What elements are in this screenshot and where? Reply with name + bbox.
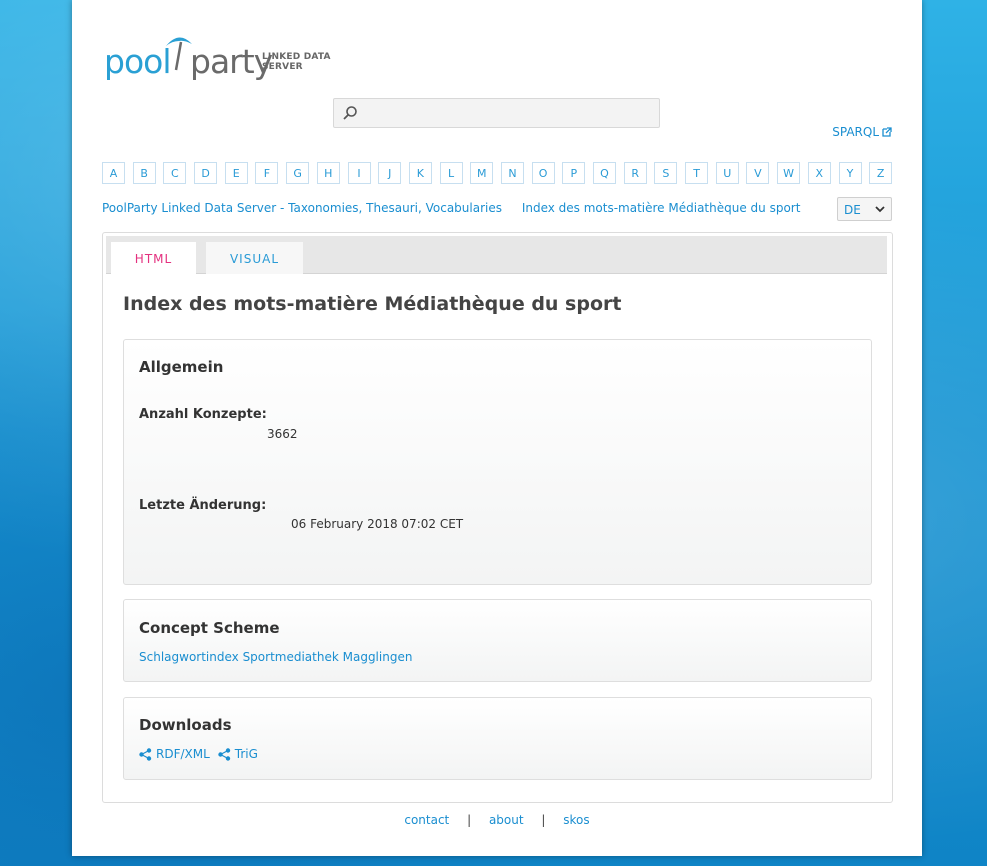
- footer-separator: |: [541, 813, 546, 827]
- alphabet-letter-v[interactable]: V: [746, 162, 770, 184]
- tab-html[interactable]: HTML: [111, 242, 196, 274]
- concept-count-label: Anzahl Konzepte:: [139, 407, 267, 422]
- alphabet-letter-d[interactable]: D: [194, 162, 218, 184]
- share-icon: [218, 747, 230, 761]
- tab-bar: HTML VISUAL: [106, 236, 887, 274]
- alphabet-letter-s[interactable]: S: [654, 162, 678, 184]
- alphabet-letter-o[interactable]: O: [531, 162, 555, 184]
- share-icon: [139, 747, 152, 761]
- alphabet-letter-m[interactable]: M: [470, 162, 494, 184]
- alphabet-letter-c[interactable]: C: [163, 162, 187, 184]
- content-panel: HTML VISUAL Index des mots-matière Média…: [102, 232, 893, 803]
- footer-link-skos[interactable]: skos: [563, 813, 589, 827]
- alphabet-letter-g[interactable]: G: [286, 162, 310, 184]
- breadcrumb-item-scheme[interactable]: Index des mots-matière Médiathèque du sp…: [522, 201, 801, 215]
- alphabet-letter-k[interactable]: K: [408, 162, 432, 184]
- downloads-box: Downloads RDF/XML TriG: [123, 697, 872, 780]
- alphabet-letter-b[interactable]: B: [132, 162, 156, 184]
- alphabet-letter-e[interactable]: E: [224, 162, 248, 184]
- alphabet-index: ABCDEFGHIJKLMNOPQRSTUVWXYZ: [102, 162, 893, 184]
- alphabet-letter-w[interactable]: W: [777, 162, 801, 184]
- search-icon[interactable]: [342, 105, 358, 125]
- alphabet-letter-q[interactable]: Q: [593, 162, 616, 184]
- footer: contact | about | skos: [72, 813, 922, 827]
- logo-word-pool: pool: [104, 42, 171, 81]
- alphabet-letter-f[interactable]: F: [255, 162, 279, 184]
- concept-scheme-box: Concept Scheme Schlagwortindex Sportmedi…: [123, 599, 872, 682]
- alphabet-letter-y[interactable]: Y: [838, 162, 862, 184]
- general-box: Allgemein Anzahl Konzepte: 3662 Letzte Ä…: [123, 339, 872, 585]
- logo-word-party: party: [190, 42, 273, 81]
- alphabet-letter-t[interactable]: T: [685, 162, 709, 184]
- last-modified-label: Letzte Änderung:: [139, 498, 267, 513]
- concept-scheme-heading: Concept Scheme: [139, 619, 280, 637]
- alphabet-letter-z[interactable]: Z: [869, 162, 893, 184]
- breadcrumb: PoolParty Linked Data Server - Taxonomie…: [102, 201, 816, 215]
- general-heading: Allgemein: [139, 358, 224, 376]
- logo-subtitle: LINKED DATA SERVER: [262, 52, 331, 72]
- page-title: Index des mots-matière Médiathèque du sp…: [123, 293, 622, 315]
- download-trig[interactable]: TriG: [218, 747, 258, 761]
- last-modified-value: 06 February 2018 07:02 CET: [291, 517, 464, 531]
- external-link-icon: [882, 127, 892, 137]
- poolparty-logo[interactable]: pool party LINKED DATA SERVER: [104, 30, 344, 86]
- language-select[interactable]: DE: [837, 197, 892, 221]
- downloads-heading: Downloads: [139, 716, 232, 734]
- alphabet-letter-u[interactable]: U: [715, 162, 739, 184]
- breadcrumb-item-server[interactable]: PoolParty Linked Data Server - Taxonomie…: [102, 201, 502, 215]
- alphabet-letter-a[interactable]: A: [102, 162, 125, 184]
- alphabet-letter-r[interactable]: R: [623, 162, 647, 184]
- alphabet-letter-i[interactable]: I: [347, 162, 371, 184]
- download-rdf-xml[interactable]: RDF/XML: [139, 747, 210, 761]
- downloads-list: RDF/XML TriG: [139, 747, 258, 761]
- chevron-down-icon: [875, 206, 885, 213]
- alphabet-letter-x[interactable]: X: [807, 162, 831, 184]
- alphabet-letter-l[interactable]: L: [439, 162, 463, 184]
- alphabet-letter-j[interactable]: J: [378, 162, 402, 184]
- search-box: [333, 98, 660, 128]
- alphabet-letter-n[interactable]: N: [500, 162, 524, 184]
- alphabet-letter-h[interactable]: H: [316, 162, 340, 184]
- concept-count-value: 3662: [267, 427, 298, 441]
- alphabet-letter-p[interactable]: P: [562, 162, 586, 184]
- sparql-link[interactable]: SPARQL: [832, 125, 892, 139]
- tab-visual[interactable]: VISUAL: [206, 242, 303, 274]
- concept-scheme-link[interactable]: Schlagwortindex Sportmediathek Magglinge…: [139, 650, 412, 664]
- footer-link-about[interactable]: about: [489, 813, 524, 827]
- search-input[interactable]: [364, 102, 653, 124]
- footer-separator: |: [467, 813, 472, 827]
- footer-link-contact[interactable]: contact: [404, 813, 449, 827]
- page-container: pool party LINKED DATA SERVER SPARQL ABC…: [72, 0, 922, 856]
